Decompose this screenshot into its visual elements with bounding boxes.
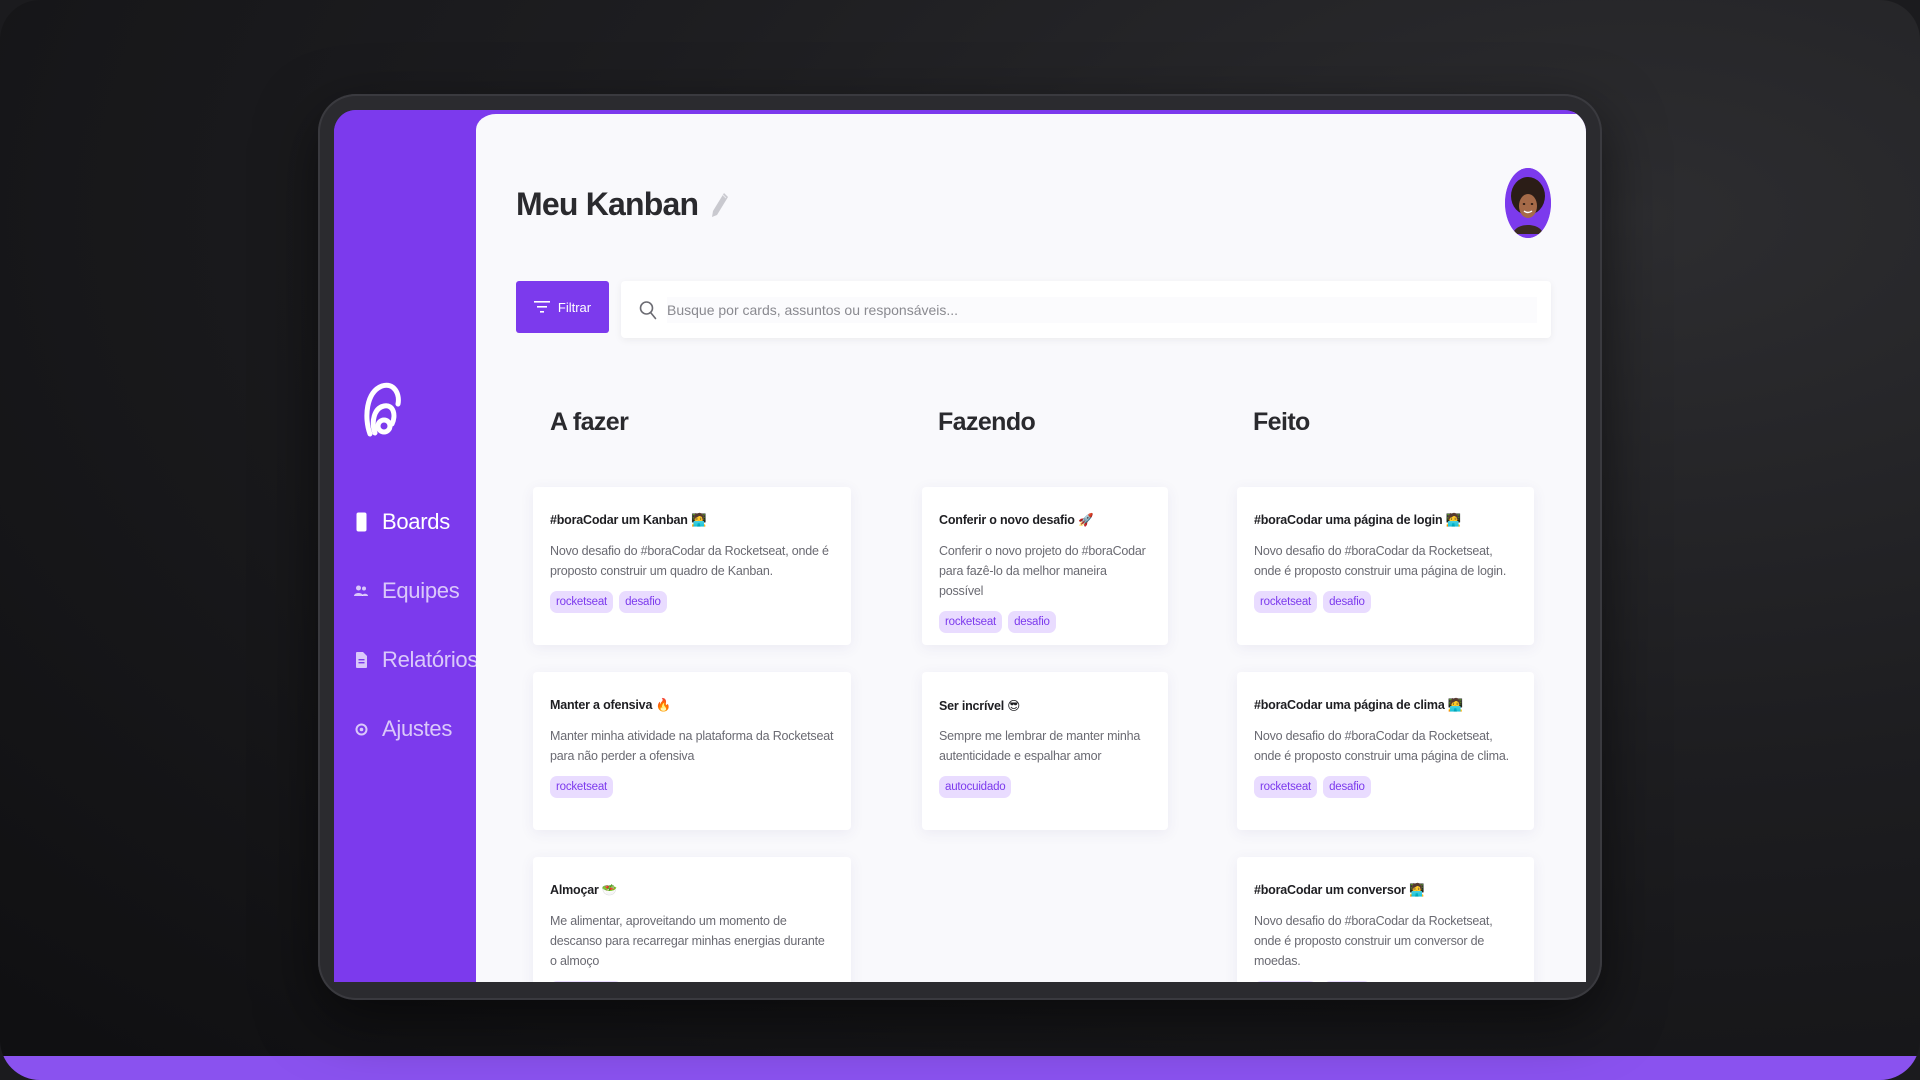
kanban-card[interactable]: Manter a ofensiva 🔥 Manter minha ativida… [533,672,851,830]
card-title: Ser incrível 😎 [939,699,1021,713]
card-title: #boraCodar uma página de clima 🧑‍💻 [1254,698,1464,712]
card-description: Novo desafio do #boraCodar da Rocketseat… [1254,729,1509,763]
sidebar-item-equipes[interactable]: Equipes [354,578,460,604]
tag[interactable]: rocketseat [1254,981,1318,982]
tag[interactable]: desafio [1008,611,1056,633]
card-description: Novo desafio do #boraCodar da Rocketseat… [1254,544,1507,578]
card-description: Manter minha atividade na plataforma da … [550,729,834,763]
sidebar-item-label: Boards [382,509,450,534]
board-title: Meu Kanban [516,186,699,222]
tag[interactable]: autocuidado [939,776,1012,798]
tag[interactable]: rocketseat [550,776,614,798]
card-tags: autocuidado [939,776,1151,798]
edit-pencil-icon[interactable] [710,191,730,219]
kanban-card[interactable]: #boraCodar uma página de clima 🧑‍💻 Novo … [1237,672,1534,830]
sidebar-item-label: Ajustes [382,716,453,741]
tag[interactable]: rocketseat [550,591,614,613]
card-description: Novo desafio do #boraCodar da Rocketseat… [1254,914,1493,968]
card-description: Me alimentar, aproveitando um momento de… [550,914,825,968]
app-screen: Boards Equipes Relatórios Ajustes Meu Ka… [334,110,1586,982]
kanban-card[interactable]: #boraCodar um Kanban 🧑‍💻 Novo desafio do… [533,487,851,645]
main-content: Meu Kanban Filtrar Busque por cards, ass… [476,110,1586,982]
kanban-card[interactable]: #boraCodar uma página de login 🧑‍💻 Novo … [1237,487,1534,645]
card-tags: rocketseat desafio [1254,981,1517,982]
kanban-card[interactable]: Ser incrível 😎 Sempre me lembrar de mant… [922,672,1168,830]
settings-icon [354,719,368,739]
tag[interactable]: rocketseat [1254,591,1318,613]
card-title: #boraCodar uma página de login 🧑‍💻 [1254,513,1462,527]
card-title: #boraCodar um Kanban 🧑‍💻 [550,513,707,527]
column-title-fazendo: Fazendo [938,408,1036,436]
filter-label: Filtrar [557,299,592,315]
tag[interactable]: rocketseat [939,611,1003,633]
column-title-a-fazer: A fazer [550,408,629,436]
card-description: Conferir o novo projeto do #boraCodar pa… [939,544,1146,598]
card-title: Conferir o novo desafio 🚀 [939,513,1094,527]
card-title: #boraCodar um conversor 🧑‍💻 [1254,883,1425,897]
tag[interactable]: desafio [1323,981,1371,982]
sidebar-item-boards[interactable]: Boards [354,509,450,535]
avatar[interactable] [1505,168,1551,238]
tag[interactable]: desafio [1323,591,1371,613]
search-bar [621,281,1551,338]
card-tags: rocketseat desafio [939,611,1151,633]
sidebar-item-relatorios[interactable]: Relatórios [354,647,478,673]
card-tags: rocketseat [550,776,834,798]
sidebar-item-label: Equipes [382,578,460,603]
card-description: Novo desafio do #boraCodar da Rocketseat… [550,544,829,578]
page-title: Meu Kanban [516,186,730,223]
kanban-card[interactable]: Conferir o novo desafio 🚀 Conferir o nov… [922,487,1168,645]
team-icon [354,581,368,601]
tag[interactable]: rocketseat [1254,776,1318,798]
card-tags: rocketseat desafio [1254,776,1517,798]
card-title: Almoçar 🥗 [550,883,618,897]
card-tags: autocuidado [550,981,834,982]
card-tags: rocketseat desafio [1254,591,1517,613]
filter-icon [533,301,550,313]
accent-strip [0,1056,1920,1080]
search-icon [639,300,657,319]
column-title-feito: Feito [1253,408,1310,436]
board-icon [354,512,368,532]
report-icon [354,650,368,670]
tag[interactable]: desafio [1323,776,1371,798]
card-description: Sempre me lembrar de manter minha autent… [939,729,1141,763]
card-tags: rocketseat desafio [550,591,834,613]
kanban-card[interactable]: #boraCodar um conversor 🧑‍💻 Novo desafio… [1237,857,1534,982]
tag[interactable]: autocuidado [550,981,623,982]
sidebar: Boards Equipes Relatórios Ajustes [334,110,478,982]
sidebar-item-ajustes[interactable]: Ajustes [354,716,452,742]
sidebar-item-label: Relatórios [382,647,479,672]
filter-button[interactable]: Filtrar [516,281,609,333]
tag[interactable]: desafio [619,591,667,613]
card-title: Manter a ofensiva 🔥 [550,698,671,712]
search-input[interactable] [667,296,1537,323]
kanban-card[interactable]: Almoçar 🥗 Me alimentar, aproveitando um … [533,857,851,982]
app-logo-icon [364,382,401,437]
backdrop: Boards Equipes Relatórios Ajustes Meu Ka… [0,0,1920,1080]
